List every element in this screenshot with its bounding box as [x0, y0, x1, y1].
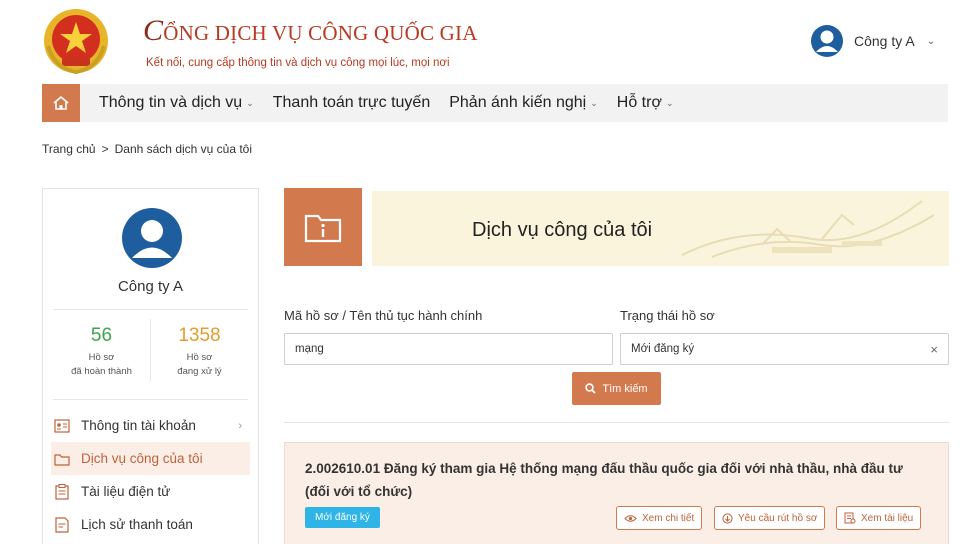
folder-icon	[53, 450, 71, 468]
page-title: Dịch vụ công của tôi	[472, 219, 653, 241]
user-avatar-icon	[811, 25, 843, 57]
document-icon	[844, 512, 856, 524]
nav-item-services[interactable]: Thông tin và dịch vụ ⌄	[99, 94, 254, 112]
page-banner: Dịch vụ công của tôi	[284, 188, 949, 266]
breadcrumb-separator: >	[101, 142, 109, 156]
nav-item-label: Hỗ trợ	[616, 94, 662, 111]
stats: 56 Hồ sơ đã hoàn thành 1358 Hồ sơ đang x…	[53, 319, 248, 381]
header: CỔNG DỊCH VỤ CÔNG QUỐC GIA Kết nối, cung…	[0, 0, 969, 84]
sidebar-item-e-documents[interactable]: Tài liệu điện tử	[51, 475, 250, 508]
id-card-icon	[53, 417, 71, 435]
eye-icon	[624, 514, 637, 522]
crane-pattern-icon	[681, 200, 935, 258]
divider	[53, 399, 248, 400]
clipboard-icon	[53, 483, 71, 501]
view-detail-button[interactable]: Xem chi tiết	[616, 506, 703, 530]
chevron-down-icon: ⌄	[665, 97, 674, 108]
home-icon	[53, 95, 69, 110]
portal-title-text: ỔNG DỊCH VỤ CÔNG QUỐC GIA	[163, 21, 478, 45]
sidebar-item-label: Tài liệu điện tử	[81, 484, 171, 499]
stat-completed[interactable]: 56 Hồ sơ đã hoàn thành	[53, 319, 150, 381]
company-name: Công ty A	[117, 278, 184, 295]
folder-info-icon	[304, 214, 342, 243]
sidebar-item-label: Thông tin tài khoản	[81, 418, 196, 433]
home-button[interactable]	[42, 84, 80, 122]
national-emblem-icon[interactable]	[42, 8, 110, 74]
status-select-value: Mới đăng ký	[631, 343, 695, 355]
search-button[interactable]: Tìm kiếm	[572, 372, 661, 405]
chevron-down-icon: ⌄	[926, 35, 936, 47]
stat-label: Hồ sơ	[88, 352, 115, 363]
action-label: Xem tài liệu	[861, 512, 914, 524]
stat-label: Hồ sơ	[186, 352, 213, 363]
nav-item-support[interactable]: Hỗ trợ ⌄	[617, 94, 674, 112]
breadcrumb: Trang chủ > Danh sách dịch vụ của tôi	[42, 142, 252, 156]
view-documents-button[interactable]: Xem tài liệu	[836, 506, 922, 530]
clear-icon[interactable]: ×	[930, 342, 938, 357]
code-search-input[interactable]: mạng	[284, 333, 613, 365]
withdraw-request-button[interactable]: Yêu cầu rút hồ sơ	[714, 506, 826, 530]
code-search-value: mạng	[295, 343, 324, 355]
nav-item-label: Thanh toán trực tuyến	[272, 94, 431, 111]
action-label: Yêu cầu rút hồ sơ	[738, 512, 818, 524]
account-sidebar: Công ty A 56 Hồ sơ đã hoàn thành 1358 Hồ…	[42, 188, 259, 544]
stat-processing[interactable]: 1358 Hồ sơ đang xử lý	[150, 319, 248, 381]
chevron-down-icon: ⌄	[246, 97, 254, 108]
sidebar-menu: Thông tin tài khoản › Dịch vụ công của t…	[51, 409, 250, 541]
nav-item-label: Phản ánh kiến nghị	[449, 94, 587, 111]
search-icon	[585, 383, 597, 394]
banner-title-box: Dịch vụ công của tôi	[372, 191, 949, 266]
chevron-down-icon: ⌄	[590, 97, 598, 108]
stat-label: đã hoàn thành	[71, 366, 132, 377]
user-menu[interactable]: Công ty A ⌄	[810, 24, 935, 58]
divider	[53, 309, 248, 310]
action-label: Xem chi tiết	[642, 512, 695, 524]
record-card: 2.002610.01 Đăng ký tham gia Hệ thống mạ…	[284, 442, 949, 544]
main-nav: Thông tin và dịch vụ ⌄ Thanh toán trực tu…	[42, 84, 948, 122]
portal-title[interactable]: CỔNG DỊCH VỤ CÔNG QUỐC GIA	[143, 14, 478, 48]
status-badge: Mới đăng ký	[305, 507, 380, 528]
sidebar-item-label: Dịch vụ công của tôi	[81, 451, 203, 466]
code-field-label: Mã hồ sơ / Tên thủ tục hành chính	[284, 308, 483, 323]
breadcrumb-current: Danh sách dịch vụ của tôi	[114, 142, 253, 156]
sidebar-item-account-info[interactable]: Thông tin tài khoản ›	[51, 409, 250, 442]
receipt-icon	[53, 516, 71, 534]
sidebar-item-my-services[interactable]: Dịch vụ công của tôi	[51, 442, 250, 475]
breadcrumb-home[interactable]: Trang chủ	[42, 142, 96, 156]
sidebar-item-label: Lịch sử thanh toán	[81, 517, 193, 532]
stat-value: 1358	[178, 325, 221, 346]
status-select[interactable]: Mới đăng ký ×	[620, 333, 949, 365]
nav-item-label: Thông tin và dịch vụ	[99, 94, 243, 111]
nav-item-feedback[interactable]: Phản ánh kiến nghị ⌄	[449, 94, 598, 112]
stat-value: 56	[90, 325, 113, 346]
portal-subtitle: Kết nối, cung cấp thông tin và dịch vụ c…	[146, 57, 450, 69]
stat-label: đang xử lý	[177, 366, 222, 377]
chevron-right-icon: ›	[238, 419, 242, 432]
sidebar-item-payment-history[interactable]: Lịch sử thanh toán	[51, 508, 250, 541]
company-avatar-icon	[122, 208, 182, 268]
user-name: Công ty A	[854, 33, 915, 49]
search-button-label: Tìm kiếm	[602, 382, 648, 395]
status-field-label: Trạng thái hồ sơ	[620, 308, 715, 323]
banner-icon-box	[284, 188, 362, 266]
nav-item-payment[interactable]: Thanh toán trực tuyến	[273, 94, 430, 112]
record-title[interactable]: 2.002610.01 Đăng ký tham gia Hệ thống mạ…	[305, 457, 925, 503]
portal-title-cap: C	[143, 14, 164, 47]
divider	[284, 422, 949, 423]
withdraw-icon	[722, 512, 733, 524]
